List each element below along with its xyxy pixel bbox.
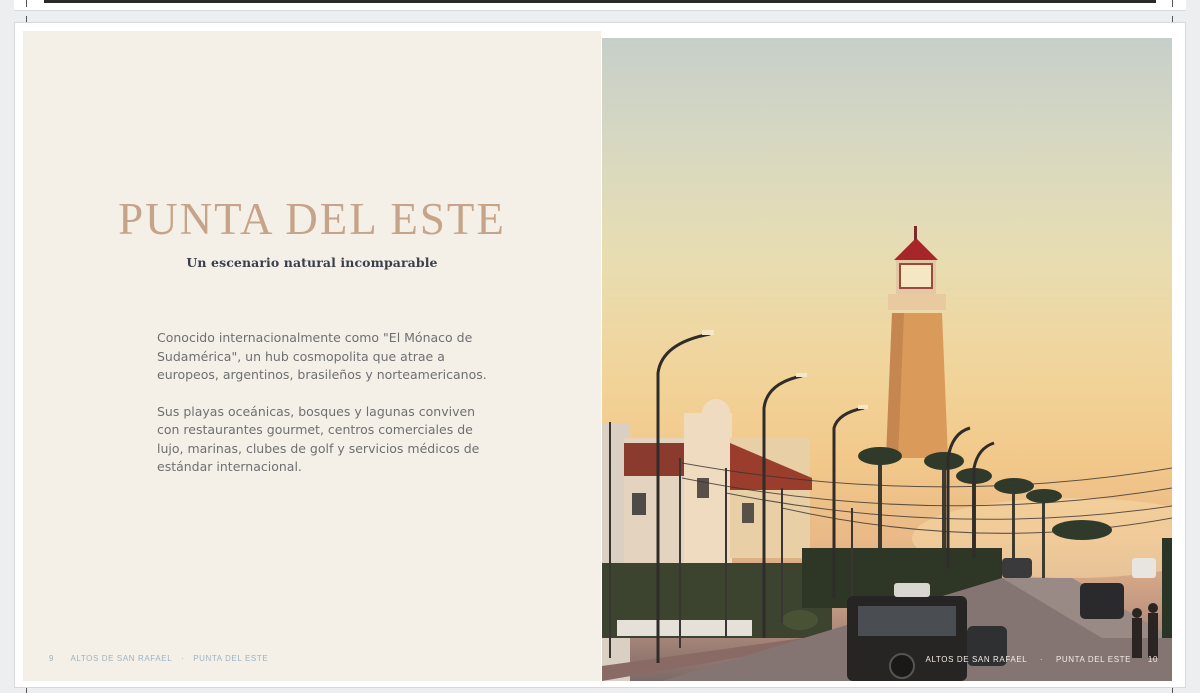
lighthouse-photo: ALTOS DE SAN RAFAEL · PUNTA DEL ESTE 10 xyxy=(602,38,1172,681)
crop-mark xyxy=(1172,0,1173,7)
previous-page-image-edge xyxy=(44,0,1156,3)
page-number: 10 xyxy=(1147,655,1158,664)
body-paragraph: Conocido internacionalmente como "El Món… xyxy=(157,330,487,382)
footer-left: 9 ALTOS DE SAN RAFAEL · PUNTA DEL ESTE xyxy=(49,654,282,663)
body-paragraph: Sus playas oceánicas, bosques y lagunas … xyxy=(157,403,480,475)
previous-page-strip xyxy=(14,0,1186,11)
footer-separator: · xyxy=(181,654,185,663)
left-page: PUNTA DEL ESTE Un escenario natural inco… xyxy=(23,31,601,681)
footer-brand: ALTOS DE SAN RAFAEL xyxy=(70,654,173,663)
footer-brand: ALTOS DE SAN RAFAEL xyxy=(925,655,1028,664)
page-subtitle: Un escenario natural incomparable xyxy=(186,255,438,270)
footer-right: ALTOS DE SAN RAFAEL · PUNTA DEL ESTE 10 xyxy=(916,655,1158,664)
page-number: 9 xyxy=(49,654,55,663)
footer-section: PUNTA DEL ESTE xyxy=(1055,655,1132,664)
footer-section: PUNTA DEL ESTE xyxy=(193,654,269,663)
lighthouse-street-illustration xyxy=(602,226,1172,681)
body-copy: Conocido internacionalmente como "El Món… xyxy=(157,329,487,495)
page-spread: PUNTA DEL ESTE Un escenario natural inco… xyxy=(14,22,1186,688)
footer-separator: · xyxy=(1039,655,1044,664)
crop-mark xyxy=(26,0,27,7)
page-title: PUNTA DEL ESTE xyxy=(118,194,506,244)
